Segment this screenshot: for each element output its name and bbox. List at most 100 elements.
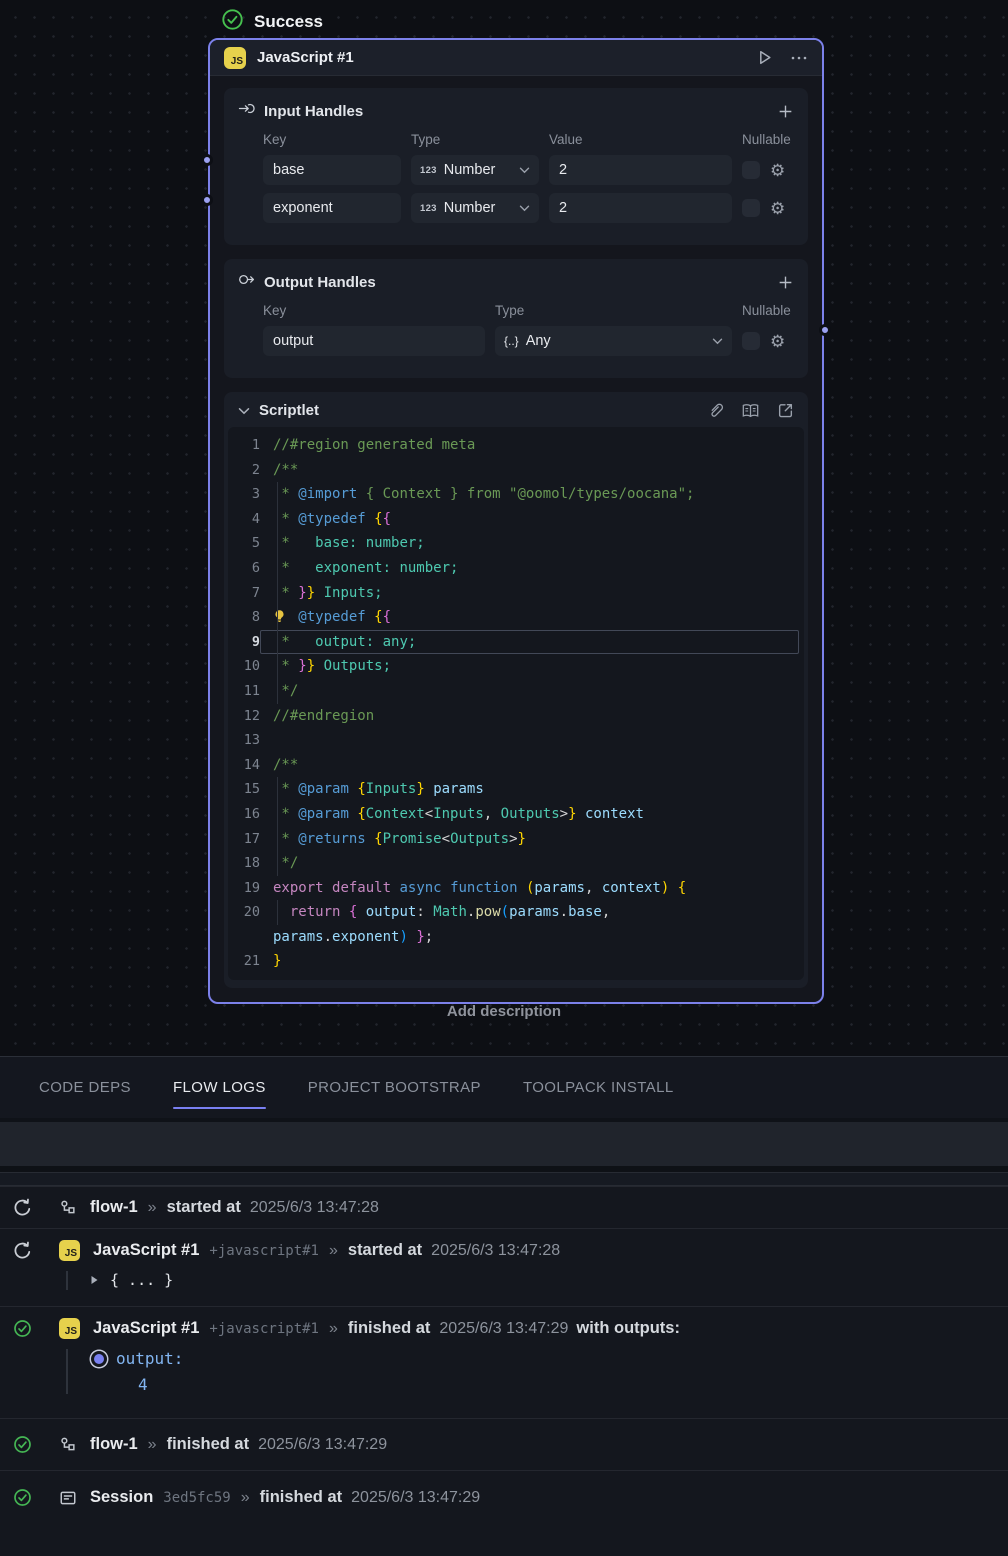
- line-number: 7: [228, 581, 260, 606]
- line-number: 14: [228, 753, 260, 778]
- open-external-icon[interactable]: [777, 402, 794, 419]
- key-input-output[interactable]: [263, 326, 485, 356]
- column-label-key: Key: [263, 132, 401, 147]
- column-label-nullable: Nullable: [742, 303, 792, 318]
- log-source-name: flow-1: [90, 1198, 138, 1217]
- line-number: 10: [228, 654, 260, 679]
- code-line: 9 * output: any;: [228, 630, 804, 655]
- output-label: output:: [116, 1349, 183, 1368]
- input-port-base[interactable]: [201, 154, 213, 166]
- add-description-button[interactable]: Add description: [0, 1003, 1008, 1020]
- nullable-checkbox-base[interactable]: [742, 161, 760, 179]
- key-input-base[interactable]: [263, 155, 401, 185]
- expand-triangle-icon[interactable]: [90, 1275, 99, 1285]
- log-payload-preview[interactable]: { ... }: [110, 1271, 173, 1289]
- log-row-2[interactable]: JSJavaScript #1+javascript#1»started at2…: [0, 1228, 1008, 1306]
- add-output-handle-button[interactable]: [777, 274, 794, 291]
- log-row-1[interactable]: flow-1»started at2025/6/3 13:47:28: [0, 1186, 1008, 1228]
- docs-book-icon[interactable]: [741, 403, 760, 419]
- input-handles-title: Input Handles: [264, 103, 768, 120]
- log-row-4[interactable]: flow-1»finished at2025/6/3 13:47:29: [0, 1418, 1008, 1470]
- column-label-type: Type: [411, 132, 539, 147]
- line-number: [228, 925, 260, 950]
- line-number: 3: [228, 482, 260, 507]
- javascript-icon: JS: [59, 1318, 80, 1339]
- output-handles-title: Output Handles: [264, 274, 768, 291]
- line-number: 17: [228, 827, 260, 852]
- log-timestamp: 2025/6/3 13:47:28: [431, 1242, 560, 1260]
- column-label-type: Type: [495, 303, 732, 318]
- code-line: 3 * @import { Context } from "@oomol/typ…: [228, 482, 804, 507]
- line-number: 5: [228, 531, 260, 556]
- node-card-javascript-1[interactable]: JS JavaScript #1 Input Handles: [208, 38, 824, 1004]
- type-select-exponent[interactable]: 123Number: [411, 193, 539, 223]
- gear-icon-base[interactable]: ⚙: [770, 162, 792, 179]
- log-source-name: Session: [90, 1488, 153, 1507]
- success-check-icon: [13, 1488, 33, 1507]
- spinner-icon: [13, 1241, 33, 1260]
- key-input-exponent[interactable]: [263, 193, 401, 223]
- type-select-value: Any: [526, 333, 705, 349]
- flow-icon: [59, 1199, 77, 1217]
- type-select-base[interactable]: 123Number: [411, 155, 539, 185]
- more-menu-button[interactable]: [790, 55, 808, 61]
- run-node-button[interactable]: [755, 48, 774, 67]
- log-row-3[interactable]: JSJavaScript #1+javascript#1»finished at…: [0, 1306, 1008, 1418]
- tab-toolpack-install[interactable]: TOOLPACK INSTALL: [523, 1079, 674, 1096]
- input-port-exponent[interactable]: [201, 194, 213, 206]
- number-type-icon: 123: [420, 165, 437, 176]
- code-line: 13: [228, 728, 804, 753]
- code-line: 17 * @returns {Promise<Outputs>}: [228, 827, 804, 852]
- lightbulb-icon[interactable]: [273, 605, 290, 630]
- code-line: 20 return { output: Math.pow(params.base…: [228, 900, 804, 925]
- scriptlet-title: Scriptlet: [259, 402, 699, 419]
- collapse-chevron-icon[interactable]: [238, 407, 250, 415]
- chevron-double-icon: »: [241, 1489, 250, 1507]
- spinner-icon: [13, 1198, 33, 1217]
- flow-icon: [59, 1436, 77, 1454]
- column-label-value: Value: [549, 132, 732, 147]
- log-row-5[interactable]: Session3ed5fc59»finished at2025/6/3 13:4…: [0, 1470, 1008, 1527]
- line-number: 1: [228, 433, 260, 458]
- gear-icon-output[interactable]: ⚙: [770, 333, 792, 350]
- attachment-icon[interactable]: [708, 402, 724, 419]
- log-timestamp: 2025/6/3 13:47:29: [258, 1436, 387, 1454]
- code-editor[interactable]: 1//#region generated meta2/**3 * @import…: [228, 427, 804, 980]
- code-line: 19export default async function (params,…: [228, 876, 804, 901]
- success-check-icon: [13, 1319, 33, 1338]
- tab-project-bootstrap[interactable]: PROJECT BOOTSTRAP: [308, 1079, 481, 1096]
- code-line: 4 * @typedef {{: [228, 507, 804, 532]
- log-event: finished at: [167, 1435, 250, 1454]
- code-line: 8 @typedef {{: [228, 605, 804, 630]
- line-number: 21: [228, 949, 260, 974]
- code-line: 11 */: [228, 679, 804, 704]
- code-line: 14/**: [228, 753, 804, 778]
- output-handles-panel: Output Handles KeyTypeNullable {..}Any⚙: [224, 259, 808, 378]
- output-handles-icon: [238, 271, 255, 293]
- line-number: 18: [228, 851, 260, 876]
- input-handles-panel: Input Handles KeyTypeValueNullable 123Nu…: [224, 88, 808, 245]
- gear-icon-exponent[interactable]: ⚙: [770, 200, 792, 217]
- handle-row-base: 123Number ⚙: [263, 155, 792, 185]
- code-line: 15 * @param {Inputs} params: [228, 777, 804, 802]
- chevron-double-icon: »: [329, 1320, 338, 1338]
- code-line: 16 * @param {Context<Inputs, Outputs>} c…: [228, 802, 804, 827]
- logs-header-strip: [0, 1172, 1008, 1186]
- log-event: finished at: [348, 1319, 431, 1338]
- nullable-checkbox-output[interactable]: [742, 332, 760, 350]
- output-port-output[interactable]: [819, 324, 831, 336]
- flow-canvas: Success JS JavaScript #1 Input H: [0, 0, 1008, 1056]
- value-input-exponent[interactable]: [549, 193, 732, 223]
- add-input-handle-button[interactable]: [777, 103, 794, 120]
- input-handles-icon: [238, 100, 255, 122]
- type-select-output[interactable]: {..}Any: [495, 326, 732, 356]
- log-timestamp: 2025/6/3 13:47:28: [250, 1199, 379, 1217]
- code-line: 21}: [228, 949, 804, 974]
- tab-code-deps[interactable]: CODE DEPS: [39, 1079, 131, 1096]
- nullable-checkbox-exponent[interactable]: [742, 199, 760, 217]
- tab-flow-logs[interactable]: FLOW LOGS: [173, 1079, 266, 1096]
- log-source-name: JavaScript #1: [93, 1319, 199, 1338]
- success-check-icon: [221, 8, 244, 36]
- value-input-base[interactable]: [549, 155, 732, 185]
- line-number: 9: [228, 630, 260, 655]
